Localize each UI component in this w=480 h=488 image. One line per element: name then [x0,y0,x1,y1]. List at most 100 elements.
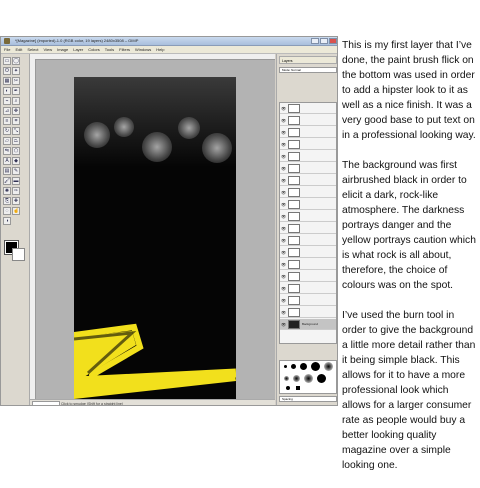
layer-row[interactable]: 👁 [280,259,336,270]
menu-help[interactable]: Help [156,47,164,52]
layer-row[interactable]: 👁 [280,103,336,114]
bucket-fill-tool-icon[interactable]: ◆ [12,157,20,165]
menu-image[interactable]: Image [57,47,68,52]
background-color-swatch[interactable] [12,248,25,261]
zoom-tool-icon[interactable]: ⌕ [12,97,20,105]
pencil-tool-icon[interactable]: ✎ [12,167,20,175]
shear-tool-icon[interactable]: ▱ [3,137,11,145]
eye-icon[interactable]: 👁 [281,298,286,303]
layer-row[interactable]: 👁 [280,175,336,186]
align-tool-icon[interactable]: ≡ [3,117,11,125]
clone-tool-icon[interactable]: ⎘ [3,197,11,205]
canvas-area[interactable] [30,54,275,402]
cage-tool-icon[interactable]: ⬠ [12,147,20,155]
move-tool-icon[interactable]: ✥ [12,107,20,115]
eye-icon[interactable]: 👁 [281,214,286,219]
zoom-level[interactable] [32,400,60,405]
flip-tool-icon[interactable]: ⇋ [3,147,11,155]
dodge-burn-tool-icon[interactable]: ◑ [3,217,11,225]
layer-row[interactable]: 👁 [280,187,336,198]
eye-icon[interactable]: 👁 [281,274,286,279]
brush-preset[interactable] [324,362,333,371]
blur-tool-icon[interactable]: ◌ [3,207,11,215]
eye-icon[interactable]: 👁 [281,226,286,231]
eye-icon[interactable]: 👁 [281,238,286,243]
ellipse-select-tool-icon[interactable]: ◯ [12,57,20,65]
scale-tool-icon[interactable]: ⤡ [12,127,20,135]
layer-row[interactable]: 👁 [280,247,336,258]
eye-icon[interactable]: 👁 [281,142,286,147]
airbrush-tool-icon[interactable]: ✺ [3,187,11,195]
brush-preset[interactable] [317,374,326,383]
close-button[interactable] [329,38,337,44]
eye-icon[interactable]: 👁 [281,190,286,195]
eye-icon[interactable]: 👁 [281,250,286,255]
measure-tool-icon[interactable]: ⊿ [3,107,11,115]
brush-preset[interactable] [291,364,296,369]
eye-icon[interactable]: 👁 [281,118,286,123]
foreground-select-tool-icon[interactable]: ◐ [3,87,11,95]
eye-icon[interactable]: 👁 [281,130,286,135]
menu-view[interactable]: View [43,47,52,52]
eye-icon[interactable]: 👁 [281,154,286,159]
layer-row[interactable]: 👁 [280,223,336,234]
menu-windows[interactable]: Windows [135,47,151,52]
menu-colors[interactable]: Colors [88,47,100,52]
layers-header[interactable]: Layers [279,56,337,64]
brush-preset[interactable] [300,363,307,370]
layer-row[interactable]: 👁 [280,271,336,282]
layer-row[interactable]: 👁 [280,163,336,174]
heal-tool-icon[interactable]: ✚ [12,197,20,205]
layer-mode-select[interactable]: Mode: Normal [279,67,337,73]
menu-edit[interactable]: Edit [15,47,22,52]
eye-icon[interactable]: 👁 [281,262,286,267]
rect-select-tool-icon[interactable]: ▭ [3,57,11,65]
rotate-tool-icon[interactable]: ↻ [3,127,11,135]
smudge-tool-icon[interactable]: ☝ [12,207,20,215]
minimize-button[interactable] [311,38,319,44]
eye-icon[interactable]: 👁 [281,178,286,183]
menu-layer[interactable]: Layer [73,47,83,52]
layer-row[interactable]: 👁 [280,199,336,210]
layer-row[interactable]: 👁 [280,235,336,246]
paths-tool-icon[interactable]: ✒ [12,87,20,95]
brush-preset[interactable] [284,376,289,381]
brush-preset[interactable] [311,362,320,371]
menu-tools[interactable]: Tools [105,47,114,52]
layer-row[interactable]: 👁 [280,283,336,294]
layer-row[interactable]: 👁 [280,139,336,150]
maximize-button[interactable] [320,38,328,44]
eye-icon[interactable]: 👁 [281,202,286,207]
brush-preset[interactable] [296,386,300,390]
layer-row[interactable]: 👁 [280,295,336,306]
paintbrush-tool-icon[interactable]: 🖌 [3,177,11,185]
eye-icon[interactable]: 👁 [281,286,286,291]
eye-icon[interactable]: 👁 [281,106,286,111]
color-picker-tool-icon[interactable]: ⌁ [3,97,11,105]
menu-select[interactable]: Select [27,47,38,52]
eye-icon[interactable]: 👁 [281,166,286,171]
eye-icon[interactable]: 👁 [281,322,286,327]
layer-row[interactable]: 👁 [280,115,336,126]
scissors-tool-icon[interactable]: ✂ [12,77,20,85]
eraser-tool-icon[interactable]: ▬ [12,177,20,185]
free-select-tool-icon[interactable]: ʘ [3,67,11,75]
brush-spacing-field[interactable]: Spacing [279,396,337,402]
perspective-tool-icon[interactable]: ⏢ [12,137,20,145]
image-canvas[interactable] [74,77,236,402]
text-tool-icon[interactable]: A [3,157,11,165]
layer-row[interactable]: 👁 [280,307,336,318]
blend-tool-icon[interactable]: ▤ [3,167,11,175]
menu-file[interactable]: File [4,47,10,52]
brush-preset[interactable] [284,365,287,368]
eye-icon[interactable]: 👁 [281,310,286,315]
menu-filters[interactable]: Filters [119,47,130,52]
layer-row[interactable]: 👁 [280,211,336,222]
color-select-tool-icon[interactable]: ▦ [3,77,11,85]
brush-preset[interactable] [293,375,300,382]
brush-preset[interactable] [304,374,313,383]
brush-preset[interactable] [286,386,290,390]
layer-row-background[interactable]: 👁 Background [280,319,336,330]
ink-tool-icon[interactable]: ✑ [12,187,20,195]
layer-row[interactable]: 👁 [280,127,336,138]
